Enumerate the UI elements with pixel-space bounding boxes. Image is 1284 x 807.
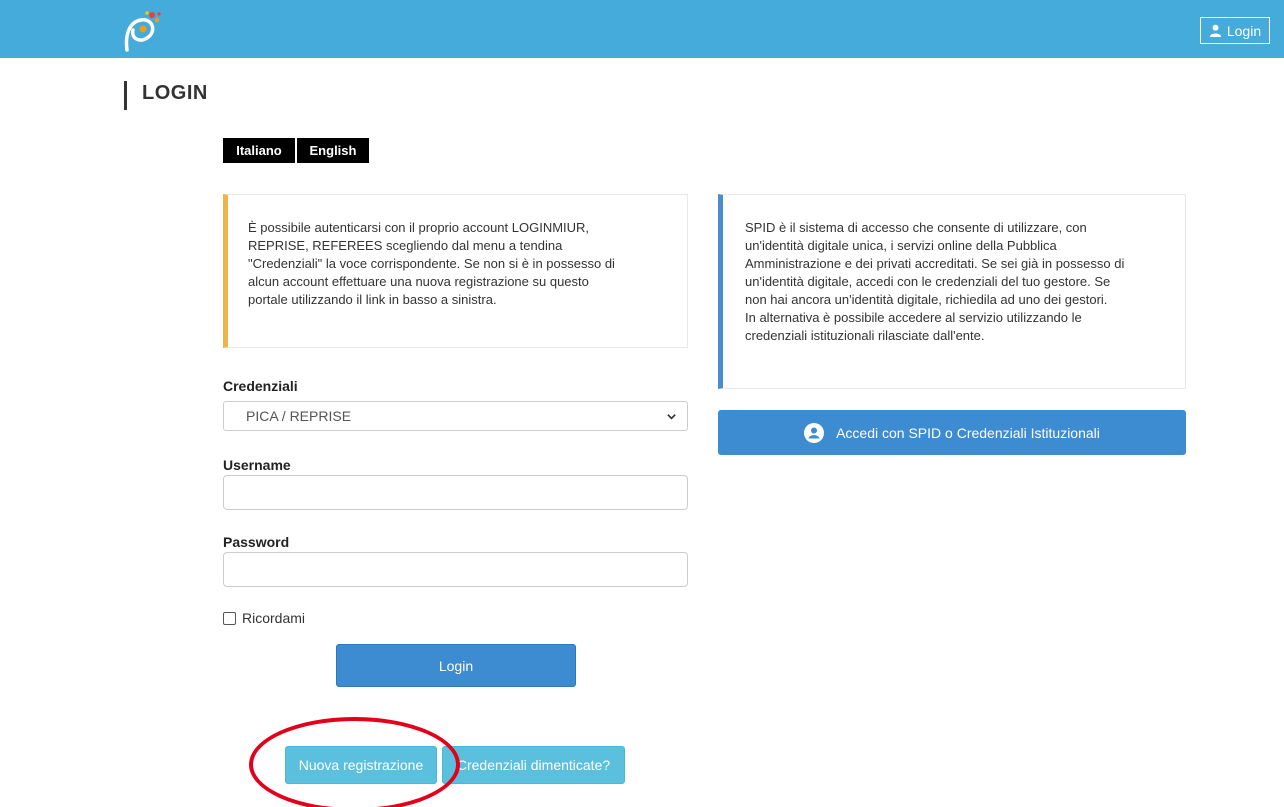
page-title: LOGIN <box>142 82 208 104</box>
info-line: È possibile autenticarsi con il proprio … <box>248 220 590 235</box>
chevron-down-icon <box>667 413 676 420</box>
spid-login-button[interactable]: Accedi con SPID o Credenziali Istituzion… <box>718 410 1186 455</box>
info-box-accounts: È possibile autenticarsi con il proprio … <box>223 194 688 348</box>
remember-checkbox[interactable] <box>223 611 236 625</box>
info-line: un'identità digitale, accedi con le cred… <box>745 274 1111 289</box>
header-login-label: Login <box>1226 22 1262 39</box>
info-line: credenziali istituzionali rilasciate dal… <box>745 328 985 343</box>
login-button[interactable]: Login <box>336 644 576 687</box>
info-line: non hai ancora un'identità digitale, ric… <box>745 292 1108 307</box>
top-navbar: Login <box>0 0 1284 58</box>
credentials-select[interactable]: PICA / REPRISE <box>223 401 688 431</box>
lang-english-button[interactable]: English <box>297 138 369 163</box>
spid-login-label: Accedi con SPID o Credenziali Istituzion… <box>836 424 1100 441</box>
info-line: "Credenziali" la voce corrispondente. Se… <box>248 256 615 271</box>
user-icon <box>1209 24 1221 37</box>
pica-logo-icon[interactable] <box>119 10 163 52</box>
spid-user-icon <box>804 422 825 443</box>
username-input[interactable] <box>223 475 688 510</box>
new-registration-button[interactable]: Nuova registrazione <box>285 746 437 784</box>
title-accent-bar <box>124 81 127 110</box>
password-label: Password <box>223 534 290 550</box>
credentials-label: Credenziali <box>223 378 298 394</box>
remember-me[interactable]: Ricordami <box>223 610 305 626</box>
credentials-selected-value: PICA / REPRISE <box>246 408 352 424</box>
info-box-spid: SPID è il sistema di accesso che consent… <box>718 194 1186 389</box>
info-line: portale utilizzando il link in basso a s… <box>248 292 497 307</box>
info-line: In alternativa è possibile accedere al s… <box>745 310 1082 325</box>
info-line: un'identità digitale unica, i servizi on… <box>745 238 1057 253</box>
info-line: alcun account effettuare una nuova regis… <box>248 274 589 289</box>
remember-label: Ricordami <box>242 610 306 626</box>
username-label: Username <box>223 457 291 473</box>
info-line: SPID è il sistema di accesso che consent… <box>745 220 1087 235</box>
password-input[interactable] <box>223 552 688 587</box>
lang-italiano-button[interactable]: Italiano <box>223 138 295 163</box>
forgot-credentials-button[interactable]: Credenziali dimenticate? <box>442 746 625 784</box>
header-login-button[interactable]: Login <box>1200 17 1270 44</box>
info-line: Amministrazione e dei privati accreditat… <box>745 256 1125 271</box>
info-line: REPRISE, REFEREES scegliendo dal menu a … <box>248 238 563 253</box>
